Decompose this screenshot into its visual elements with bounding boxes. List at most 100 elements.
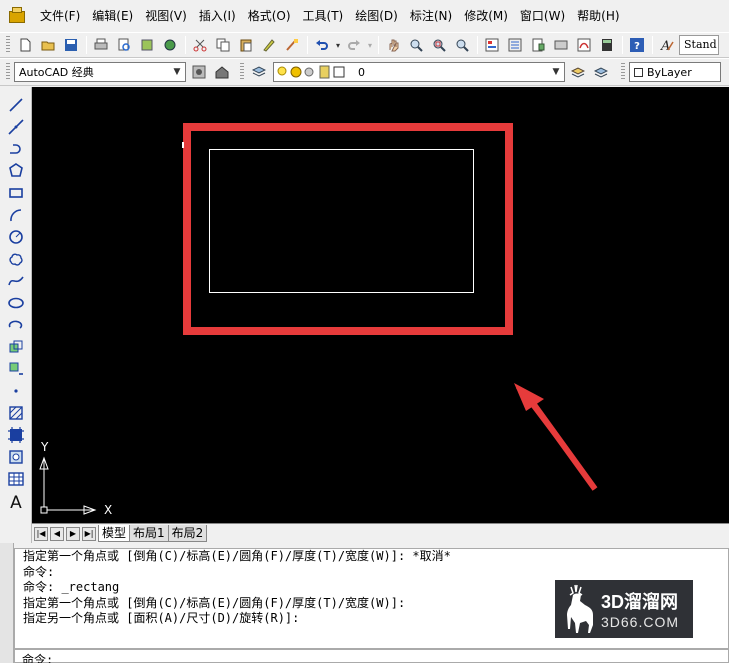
watermark-text: 3D溜溜网 3D66.COM [601, 588, 679, 630]
menu-draw[interactable]: 绘图(D) [349, 6, 404, 26]
layer-combo[interactable]: 0 ▼ [273, 62, 565, 82]
command-separator [14, 648, 729, 650]
command-line: 指定第一个角点或 [倒角(C)/标高(E)/圆角(F)/厚度(T)/宽度(W)]… [23, 549, 451, 563]
toolbar-grip[interactable] [6, 36, 10, 54]
properties-icon[interactable] [481, 34, 503, 56]
construction-line-icon[interactable] [6, 117, 26, 137]
zoom-previous-icon[interactable] [451, 34, 473, 56]
standard-toolbar: ▾ ▾ ? A Stand [0, 32, 729, 58]
new-icon[interactable] [14, 34, 36, 56]
toolbar-grip[interactable] [621, 63, 625, 81]
paste-icon[interactable] [235, 34, 257, 56]
layer-previous-icon[interactable] [590, 61, 612, 83]
drawing-area[interactable]: Y X [32, 87, 729, 523]
toolbar-separator [622, 36, 623, 54]
sheet-set-icon[interactable] [550, 34, 572, 56]
block-editor-icon[interactable] [281, 34, 303, 56]
command-window-handle[interactable] [0, 543, 14, 663]
cut-icon[interactable] [189, 34, 211, 56]
line-icon[interactable] [6, 95, 26, 115]
ellipse-icon[interactable] [6, 293, 26, 313]
menu-view[interactable]: 视图(V) [139, 6, 193, 26]
gradient-icon[interactable] [6, 425, 26, 445]
workspace-combo[interactable]: AutoCAD 经典 ▼ [14, 62, 186, 82]
markup-icon[interactable] [573, 34, 595, 56]
command-line: 命令: [23, 564, 55, 579]
menu-tools[interactable]: 工具(T) [297, 6, 350, 26]
quickcalc-icon[interactable] [596, 34, 618, 56]
menu-insert[interactable]: 插入(I) [193, 6, 242, 26]
undo-dropdown-icon[interactable]: ▾ [334, 34, 342, 56]
print-icon[interactable] [90, 34, 112, 56]
zoom-realtime-icon[interactable] [405, 34, 427, 56]
tab-layout2[interactable]: 布局2 [167, 525, 208, 542]
design-center-icon[interactable] [504, 34, 526, 56]
match-properties-icon[interactable] [258, 34, 280, 56]
menu-edit[interactable]: 编辑(E) [86, 6, 139, 26]
menu-file[interactable]: 文件(F) [34, 6, 86, 26]
ucs-x-label: X [104, 503, 112, 517]
multiline-text-icon[interactable]: A [6, 491, 26, 511]
watermark-subtitle: 3D66.COM [601, 614, 680, 630]
toolbar-separator [86, 36, 87, 54]
zoom-window-icon[interactable] [428, 34, 450, 56]
toolbar-separator [652, 36, 653, 54]
color-combo[interactable]: ByLayer [629, 62, 721, 82]
copy-icon[interactable] [212, 34, 234, 56]
toolbar-separator [477, 36, 478, 54]
ellipse-arc-icon[interactable] [6, 315, 26, 335]
spline-icon[interactable] [6, 271, 26, 291]
layout-tabs: |◀ ◀ ▶ ▶| 模型 布局1 布局2 [32, 523, 729, 543]
point-icon[interactable] [6, 381, 26, 401]
menu-format[interactable]: 格式(O) [242, 6, 297, 26]
watermark-logo: 3D溜溜网 3D66.COM [555, 580, 693, 638]
next-tab-icon[interactable]: ▶ [66, 526, 80, 541]
command-prompt[interactable]: 命令: [22, 651, 53, 663]
region-icon[interactable] [6, 447, 26, 467]
help-icon[interactable]: ? [626, 34, 648, 56]
toolbar-separator [307, 36, 308, 54]
3d-publish-icon[interactable] [159, 34, 181, 56]
last-tab-icon[interactable]: ▶| [82, 526, 96, 541]
open-icon[interactable] [37, 34, 59, 56]
hatch-icon[interactable] [6, 403, 26, 423]
rectangle-icon[interactable] [6, 183, 26, 203]
menu-modify[interactable]: 修改(M) [458, 6, 514, 26]
table-icon[interactable] [6, 469, 26, 489]
polyline-icon[interactable] [6, 139, 26, 159]
arc-icon[interactable] [6, 205, 26, 225]
make-block-icon[interactable] [6, 359, 26, 379]
tool-palettes-icon[interactable] [527, 34, 549, 56]
layer-properties-icon[interactable] [248, 61, 270, 83]
undo-icon[interactable] [311, 34, 333, 56]
drawn-rectangle[interactable] [209, 149, 474, 293]
menu-dimension[interactable]: 标注(N) [404, 6, 458, 26]
app-icon[interactable] [8, 7, 26, 25]
revision-cloud-icon[interactable] [6, 249, 26, 269]
draw-toolbar: A [0, 87, 32, 543]
text-style-combo[interactable]: Stand [679, 35, 719, 55]
insert-block-icon[interactable] [6, 337, 26, 357]
watermark-title: 3D溜溜网 [601, 592, 679, 612]
redo-dropdown-icon[interactable]: ▾ [366, 34, 374, 56]
pan-icon[interactable] [382, 34, 404, 56]
toolbar-grip[interactable] [240, 63, 244, 81]
workspace-settings-icon[interactable] [188, 61, 210, 83]
toolbar-grip[interactable] [6, 63, 10, 81]
save-icon[interactable] [60, 34, 82, 56]
tab-model[interactable]: 模型 [98, 525, 131, 542]
circle-icon[interactable] [6, 227, 26, 247]
menu-help[interactable]: 帮助(H) [571, 6, 625, 26]
redo-icon[interactable] [343, 34, 365, 56]
my-workspace-icon[interactable] [211, 61, 233, 83]
first-tab-icon[interactable]: |◀ [34, 526, 48, 541]
print-preview-icon[interactable] [113, 34, 135, 56]
previous-tab-icon[interactable]: ◀ [50, 526, 64, 541]
polygon-icon[interactable] [6, 161, 26, 181]
menu-window[interactable]: 窗口(W) [514, 6, 571, 26]
text-style-icon[interactable]: A [656, 34, 678, 56]
publish-icon[interactable] [136, 34, 158, 56]
tab-layout1[interactable]: 布局1 [129, 525, 169, 542]
workspace-layers-toolbar: AutoCAD 经典 ▼ 0 ▼ ByLayer [0, 58, 729, 86]
make-object-layer-current-icon[interactable] [567, 61, 589, 83]
